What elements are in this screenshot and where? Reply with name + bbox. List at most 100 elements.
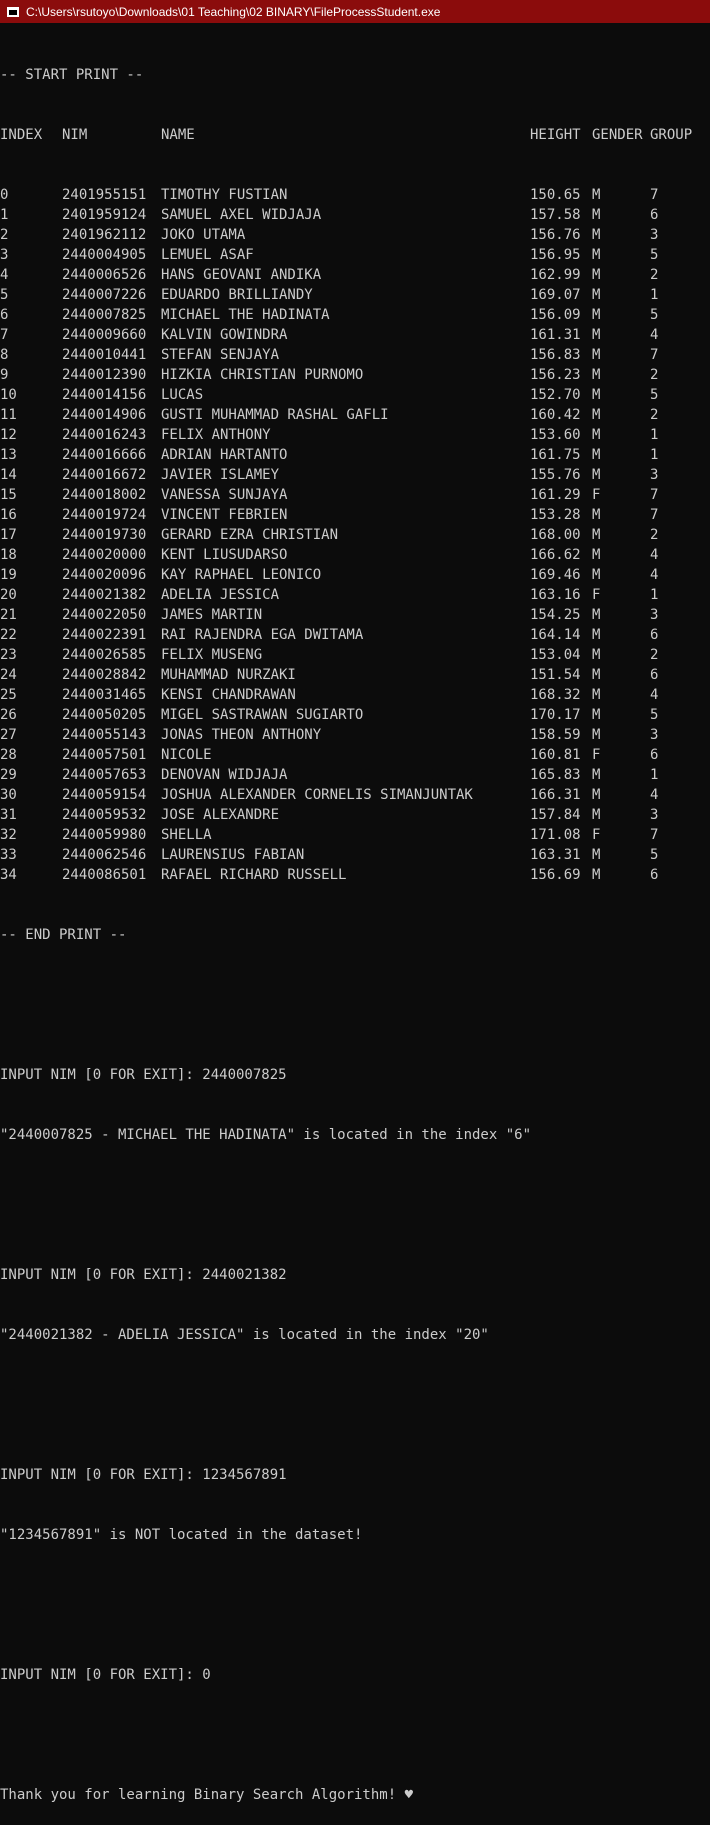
cell-index: 14 [0,467,17,483]
cell-gender: M [592,807,601,823]
cell-nim: 2401955151 [62,187,147,203]
cell-index: 1 [0,207,9,223]
cell-group: 3 [650,467,659,483]
farewell-message: Thank you for learning Binary Search Alg… [0,1787,414,1803]
cell-group: 1 [650,767,659,783]
cell-index: 8 [0,347,9,363]
cell-nim: 2440031465 [62,687,147,703]
query-result: "2440007825 - MICHAEL THE HADINATA" is l… [0,1127,532,1143]
cell-index: 22 [0,627,17,643]
window-title: C:\Users\rsutoyo\Downloads\01 Teaching\0… [26,4,441,19]
table-row: 14 2440016672 JAVIER ISLAMEY 155.76 M 3 [0,465,710,485]
cell-group: 4 [650,687,659,703]
cell-name: KALVIN GOWINDRA [161,327,288,343]
cell-group: 6 [650,627,659,643]
cell-index: 25 [0,687,17,703]
table-row: 30 2440059154 JOSHUA ALEXANDER CORNELIS SI… [0,785,710,805]
cell-gender: M [592,327,601,343]
cell-index: 0 [0,187,9,203]
cell-index: 2 [0,227,9,243]
header-height: HEIGHT [530,127,581,143]
cell-gender: M [592,427,601,443]
cell-name: SHELLA [161,827,212,843]
cell-gender: M [592,767,601,783]
cell-height: 168.32 [530,687,581,703]
table-row: 10 2440014156 LUCAS 152.70 M 5 [0,385,710,405]
cell-nim: 2440026585 [62,647,147,663]
cell-gender: M [592,407,601,423]
table-row: 15 2440018002 VANESSA SUNJAYA 161.29 F 7 [0,485,710,505]
table-row: 22 2440022391 RAI RAJENDRA EGA DWITAMA 164.… [0,625,710,645]
cell-name: RAFAEL RICHARD RUSSELL [161,867,347,883]
cell-name: LUCAS [161,387,204,403]
cell-name: GERARD EZRA CHRISTIAN [161,527,339,543]
cell-gender: F [592,747,601,763]
cell-gender: M [592,567,601,583]
cell-height: 154.25 [530,607,581,623]
cell-group: 4 [650,567,659,583]
cell-nim: 2401959124 [62,207,147,223]
cell-nim: 2440010441 [62,347,147,363]
cell-nim: 2440057501 [62,747,147,763]
table-row: 0 2401955151 TIMOTHY FUSTIAN 150.65 M 7 [0,185,710,205]
header-group: GROUP [650,127,693,143]
cell-group: 1 [650,447,659,463]
cell-group: 4 [650,547,659,563]
cell-group: 7 [650,187,659,203]
cell-index: 17 [0,527,17,543]
window-titlebar[interactable]: C:\Users\rsutoyo\Downloads\01 Teaching\0… [0,0,710,23]
cell-name: KAY RAPHAEL LEONICO [161,567,322,583]
cell-name: JOSE ALEXANDRE [161,807,280,823]
cell-index: 18 [0,547,17,563]
cell-name: FELIX ANTHONY [161,427,271,443]
cell-height: 157.58 [530,207,581,223]
header-gender: GENDER [592,127,643,143]
table-row: 33 2440062546 LAURENSIUS FABIAN 163.31 M 5 [0,845,710,865]
cell-gender: M [592,267,601,283]
cell-height: 151.54 [530,667,581,683]
cell-name: DENOVAN WIDJAJA [161,767,288,783]
cell-gender: M [592,707,601,723]
table-row: 17 2440019730 GERARD EZRA CHRISTIAN 168.00 M… [0,525,710,545]
cell-index: 31 [0,807,17,823]
cell-group: 2 [650,527,659,543]
cell-height: 156.69 [530,867,581,883]
query-result: "2440021382 - ADELIA JESSICA" is located… [0,1327,489,1343]
cell-name: SAMUEL AXEL WIDJAJA [161,207,322,223]
table-row: 16 2440019724 VINCENT FEBRIEN 153.28 M 7 [0,505,710,525]
cell-index: 27 [0,727,17,743]
cell-name: ADRIAN HARTANTO [161,447,288,463]
table-row: 11 2440014906 GUSTI MUHAMMAD RASHAL GAFLI 1… [0,405,710,425]
table-row: 8 2440010441 STEFAN SENJAYA 156.83 M 7 [0,345,710,365]
cell-group: 5 [650,307,659,323]
cell-height: 155.76 [530,467,581,483]
table-row: 5 2440007226 EDUARDO BRILLIANDY 169.07 M 1 [0,285,710,305]
cell-name: FELIX MUSENG [161,647,263,663]
cell-group: 5 [650,707,659,723]
cell-group: 1 [650,427,659,443]
cell-nim: 2440022050 [62,607,147,623]
table-row: 13 2440016666 ADRIAN HARTANTO 161.75 M 1 [0,445,710,465]
cell-height: 171.08 [530,827,581,843]
cell-nim: 2440007825 [62,307,147,323]
table-row: 9 2440012390 HIZKIA CHRISTIAN PURNOMO 156.2… [0,365,710,385]
cell-height: 164.14 [530,627,581,643]
cell-group: 7 [650,347,659,363]
cell-group: 2 [650,367,659,383]
cell-index: 21 [0,607,17,623]
cell-height: 165.83 [530,767,581,783]
student-table: 0 2401955151 TIMOTHY FUSTIAN 150.65 M 7 1 24019… [0,185,710,885]
cell-nim: 2440016243 [62,427,147,443]
query-prompt: INPUT NIM [0 FOR EXIT]: 2440007825 [0,1067,287,1083]
cell-index: 26 [0,707,17,723]
cell-height: 161.29 [530,487,581,503]
table-row: 3 2440004905 LEMUEL ASAF 156.95 M 5 [0,245,710,265]
cell-group: 5 [650,387,659,403]
console-output[interactable]: -- START PRINT -- INDEX NIM NAME HEIGHT … [0,23,710,1825]
cell-group: 7 [650,827,659,843]
cell-height: 163.31 [530,847,581,863]
table-row: 4 2440006526 HANS GEOVANI ANDIKA 162.99 M 2 [0,265,710,285]
table-row: 23 2440026585 FELIX MUSENG 153.04 M 2 [0,645,710,665]
cell-nim: 2440055143 [62,727,147,743]
